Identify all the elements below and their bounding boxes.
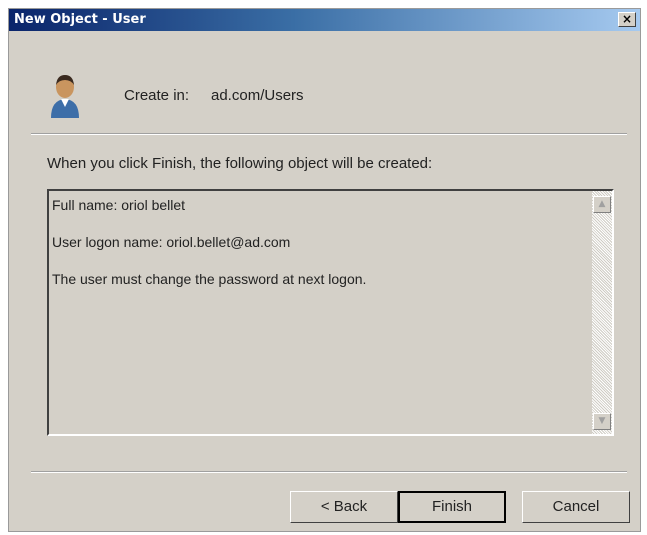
close-button[interactable]: × (618, 12, 636, 27)
new-object-user-dialog: New Object - User × Create in: ad.com/Us… (8, 8, 641, 532)
create-in-value: ad.com/Users (211, 87, 304, 104)
summary-line-logon-name: User logon name: oriol.bellet@ad.com (52, 234, 291, 250)
close-icon: × (621, 12, 633, 26)
scroll-up-button[interactable]: ▲ (593, 196, 611, 213)
bottom-divider (31, 471, 627, 473)
finish-button[interactable]: Finish (398, 491, 506, 523)
scroll-up-icon: ▲ (598, 199, 606, 209)
summary-text-area[interactable]: Full name: oriol bellet User logon name:… (47, 189, 614, 436)
cancel-button[interactable]: Cancel (522, 491, 630, 523)
title-bar[interactable]: New Object - User × (9, 9, 640, 31)
top-divider (31, 133, 627, 135)
scroll-down-icon: ▼ (598, 416, 606, 426)
info-text: When you click Finish, the following obj… (47, 155, 433, 172)
scroll-down-button[interactable]: ▼ (593, 413, 611, 430)
create-in-label: Create in: (124, 87, 190, 104)
summary-line-password-policy: The user must change the password at nex… (52, 271, 367, 287)
back-button[interactable]: < Back (290, 491, 398, 523)
summary-line-full-name: Full name: oriol bellet (52, 197, 186, 213)
vertical-scrollbar[interactable]: ▲ ▼ (592, 191, 612, 434)
window-title: New Object - User (14, 12, 146, 27)
user-icon (47, 72, 83, 120)
